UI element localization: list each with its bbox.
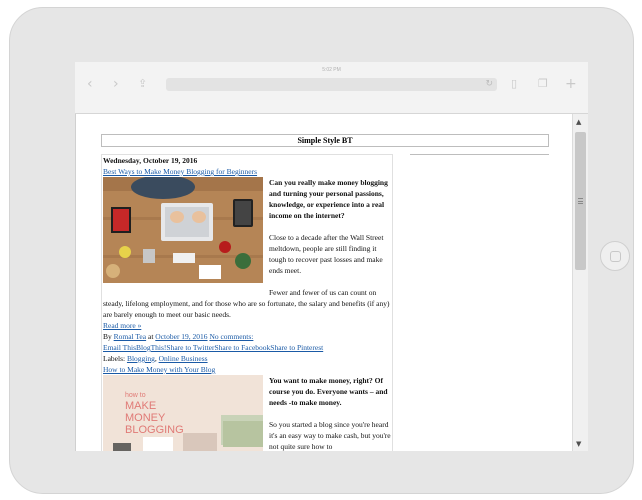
- image-text-howto: how to: [125, 392, 146, 399]
- image-text-blogging: BLOGGING: [125, 424, 184, 436]
- post1-labels: Labels: Blogging, Online Business: [103, 353, 208, 364]
- grip-icon: [578, 198, 583, 204]
- label-separator: ,: [154, 354, 157, 363]
- share-links[interactable]: Email ThisBlogThis!Share to TwitterShare…: [103, 342, 323, 353]
- post2-lead: You want to make money, right? Of course…: [269, 376, 388, 407]
- post1-paragraph2-start: Fewer and fewer of us can count on: [269, 288, 377, 297]
- labels-prefix: Labels:: [103, 354, 126, 363]
- desk-photo: [103, 177, 263, 283]
- sidebar-divider: [410, 154, 549, 155]
- image-text-make: MAKE: [125, 400, 156, 412]
- comments-link[interactable]: No comments:: [209, 332, 253, 341]
- byline-at: at: [147, 332, 154, 341]
- scroll-up-icon[interactable]: ▲: [576, 118, 581, 126]
- browser-toolbar: 5:02 PM ‹ › ⇪ ↻ ▯ ❐ +: [75, 62, 588, 114]
- blog-title: Simple Style BT: [101, 134, 549, 147]
- label-blogging[interactable]: Blogging: [127, 354, 155, 363]
- plus-icon[interactable]: +: [565, 76, 577, 92]
- tablet-frame: 5:02 PM ‹ › ⇪ ↻ ▯ ❐ + Simple Style BT We…: [9, 7, 634, 494]
- post1-paragraph1: Close to a decade after the Wall Street …: [269, 233, 384, 275]
- main-column: Wednesday, October 19, 2016 Best Ways to…: [101, 154, 393, 451]
- post1-paragraph2-rest: steady, lifelong employment, and for tho…: [103, 299, 390, 319]
- post2-title-link[interactable]: How to Make Money with Your Blog: [103, 364, 215, 375]
- money-blogging-image: how to MAKE MONEY BLOGGING: [103, 375, 263, 451]
- tablet-screen: 5:02 PM ‹ › ⇪ ↻ ▯ ❐ + Simple Style BT We…: [75, 62, 588, 451]
- scroll-thumb[interactable]: [575, 132, 586, 270]
- post-date: Wednesday, October 19, 2016: [103, 156, 198, 165]
- chevron-right-icon[interactable]: ›: [113, 76, 119, 92]
- label-online-business[interactable]: Online Business: [159, 354, 208, 363]
- post1-thumbnail[interactable]: [103, 177, 263, 283]
- image-text-money: MONEY: [125, 412, 166, 424]
- post1-byline: By Romal Tea at October 19, 2016 No comm…: [103, 331, 253, 342]
- home-button[interactable]: [600, 241, 630, 271]
- home-square-icon: [610, 251, 621, 262]
- post-time-link[interactable]: October 19, 2016: [155, 332, 207, 341]
- tabs-icon[interactable]: ❐: [538, 76, 548, 92]
- status-time: 5:02 PM: [322, 67, 341, 73]
- byline-by: By: [103, 332, 112, 341]
- chevron-left-icon[interactable]: ‹: [87, 76, 93, 92]
- scroll-down-icon[interactable]: ▼: [576, 440, 581, 448]
- web-viewport: Simple Style BT Wednesday, October 19, 2…: [75, 114, 572, 451]
- address-bar[interactable]: ↻: [166, 78, 497, 91]
- share-icon[interactable]: ⇪: [138, 76, 147, 92]
- reload-icon[interactable]: ↻: [485, 78, 493, 91]
- post1-lead: Can you really make money blogging and t…: [269, 178, 388, 220]
- vertical-scrollbar[interactable]: ▲ ▼: [572, 114, 588, 451]
- author-link[interactable]: Romal Tea: [114, 332, 146, 341]
- post2-thumbnail[interactable]: how to MAKE MONEY BLOGGING: [103, 375, 263, 451]
- book-icon[interactable]: ▯: [511, 76, 517, 92]
- post2-paragraph1: So you started a blog since you're heard…: [269, 420, 391, 451]
- read-more-link[interactable]: Read more »: [103, 320, 141, 331]
- post1-title-link[interactable]: Best Ways to Make Money Blogging for Beg…: [103, 166, 257, 177]
